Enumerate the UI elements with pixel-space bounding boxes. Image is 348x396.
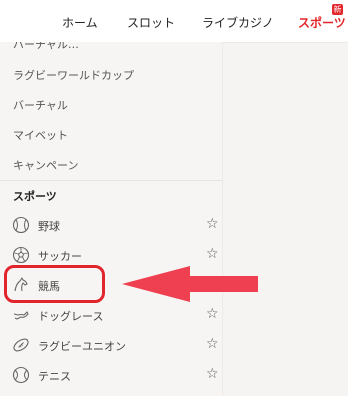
favorite-star-icon[interactable]: ☆ bbox=[206, 246, 219, 262]
sidebar-menu: バーチャル… ラグビーワールドカップ バーチャル マイベット キャンペーン スポ… bbox=[0, 42, 223, 396]
nav-home[interactable]: ホーム bbox=[62, 14, 98, 31]
pointer-arrow bbox=[122, 266, 258, 302]
menu-item-campaign[interactable]: キャンペーン bbox=[13, 157, 78, 173]
baseball-icon bbox=[12, 216, 30, 234]
rugby-ball-icon bbox=[13, 338, 29, 352]
menu-item-my-bets[interactable]: マイベット bbox=[13, 127, 68, 143]
nav-live-casino[interactable]: ライブカジノ bbox=[202, 14, 274, 31]
sport-item-baseball[interactable]: 野球 ☆ bbox=[0, 211, 222, 239]
highlight-box bbox=[4, 265, 105, 303]
favorite-star-icon[interactable]: ☆ bbox=[206, 216, 219, 232]
soccer-icon bbox=[12, 246, 30, 264]
menu-item-virtual[interactable]: バーチャル bbox=[13, 97, 68, 113]
greyhound-icon bbox=[13, 311, 29, 320]
sport-item-greyhound[interactable]: ドッグレース ☆ bbox=[0, 301, 222, 329]
favorite-star-icon[interactable]: ☆ bbox=[206, 306, 219, 322]
favorite-star-icon[interactable]: ☆ bbox=[206, 336, 219, 352]
nav-slots[interactable]: スロット bbox=[127, 14, 175, 31]
menu-item-partial[interactable]: バーチャル… bbox=[13, 42, 79, 52]
sport-item-rugby-union[interactable]: ラグビーユニオン ☆ bbox=[0, 331, 222, 359]
sport-item-tennis[interactable]: テニス ☆ bbox=[0, 361, 222, 389]
sport-label: ラグビーユニオン bbox=[38, 340, 126, 353]
top-navigation: ホーム スロット ライブカジノ スポーツ 新 bbox=[0, 0, 348, 43]
nav-sports[interactable]: スポーツ bbox=[298, 14, 346, 31]
sport-label: サッカー bbox=[38, 250, 82, 263]
tennis-ball-icon bbox=[12, 366, 30, 384]
favorite-star-icon[interactable]: ☆ bbox=[206, 366, 219, 382]
new-badge: 新 bbox=[332, 4, 343, 15]
sports-section-title: スポーツ bbox=[13, 190, 57, 203]
sport-label: テニス bbox=[38, 370, 71, 383]
menu-item-rugby-world-cup[interactable]: ラグビーワールドカップ bbox=[13, 67, 134, 83]
sport-label: ドッグレース bbox=[38, 310, 104, 323]
divider bbox=[0, 180, 222, 181]
sport-label: 野球 bbox=[38, 220, 60, 233]
